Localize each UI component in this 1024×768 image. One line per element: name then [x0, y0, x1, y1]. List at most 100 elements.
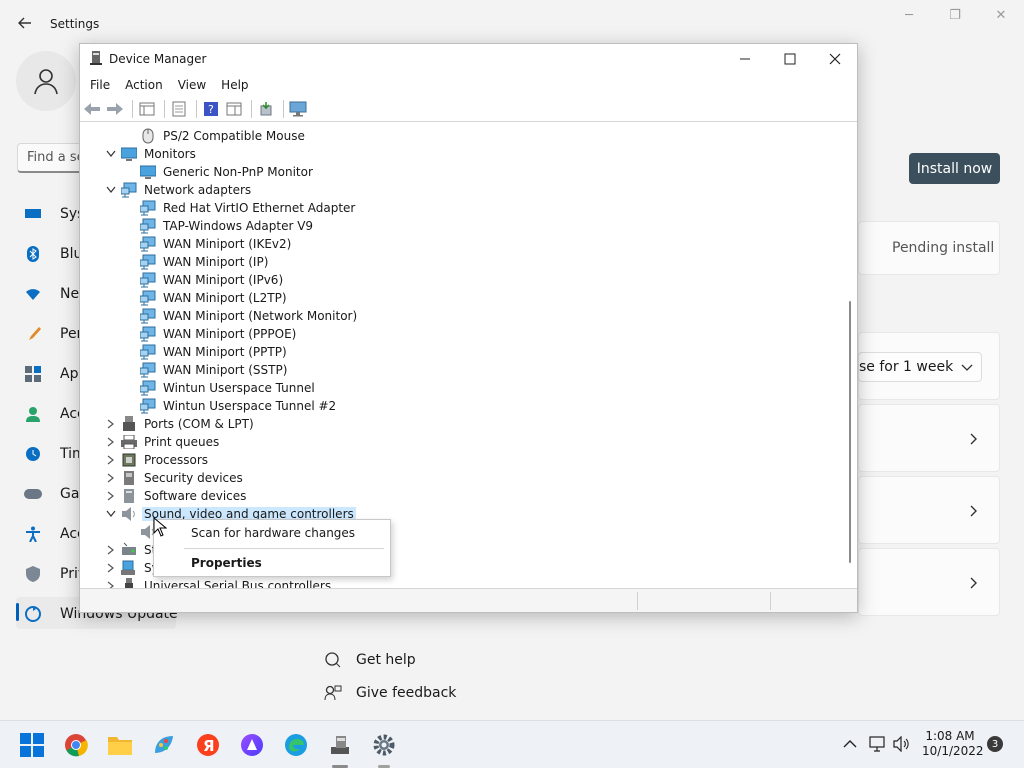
scan-hardware-button[interactable] [288, 99, 308, 119]
windows-logo-icon [20, 733, 44, 757]
menu-action[interactable]: Action [125, 78, 163, 92]
settings-restore-button[interactable]: ❐ [944, 8, 966, 26]
forward-button[interactable] [105, 99, 125, 119]
tree-device-row[interactable]: WAN Miniport (PPPOE) [82, 325, 846, 343]
context-properties-item[interactable]: Properties [191, 556, 262, 570]
tree-category-row[interactable]: Ports (COM & LPT) [82, 415, 846, 433]
back-button[interactable] [82, 99, 102, 119]
tree-scrollbar[interactable] [846, 127, 856, 589]
avatar[interactable] [16, 44, 76, 118]
install-now-button[interactable]: Install now [909, 153, 1000, 184]
file-explorer-taskbar-button[interactable] [106, 731, 134, 759]
notification-count-badge[interactable]: 3 [987, 736, 1003, 752]
settings-minimize-button[interactable]: ─ [898, 8, 920, 26]
paint-icon [155, 736, 173, 753]
scrollbar-thumb[interactable] [849, 301, 851, 563]
clock-date: 10/1/2022 [922, 744, 984, 758]
help-toolbar-button[interactable]: ? [201, 99, 221, 119]
give-feedback-link[interactable]: Give feedback [322, 682, 456, 704]
expand-chevron-icon[interactable] [105, 562, 117, 574]
tree-item-label: TAP-Windows Adapter V9 [163, 219, 314, 233]
tree-device-row[interactable]: WAN Miniport (SSTP) [82, 361, 846, 379]
network-adapter-icon [140, 218, 156, 234]
software-device-icon [121, 488, 137, 504]
chevron-up-icon[interactable] [843, 739, 857, 749]
tree-category-row[interactable]: Processors [82, 451, 846, 469]
console-tree-icon [139, 102, 155, 115]
collapse-chevron-icon[interactable] [105, 508, 117, 520]
expand-chevron-icon[interactable] [105, 490, 117, 502]
context-scan-hardware-item[interactable]: Scan for hardware changes [191, 526, 355, 540]
properties-toolbar-button[interactable] [169, 99, 189, 119]
tree-device-row[interactable]: Generic Non-PnP Monitor [82, 163, 846, 181]
menu-file[interactable]: File [90, 78, 110, 92]
collapse-chevron-icon[interactable] [105, 184, 117, 196]
dm-close-button[interactable] [815, 48, 855, 70]
nav-item-time[interactable]: Tim [24, 442, 86, 466]
taskbar-clock[interactable]: 1:08 AM 10/1/2022 [922, 729, 984, 759]
status-divider [770, 592, 771, 610]
tree-category-row[interactable]: Software devices [82, 487, 846, 505]
expand-chevron-icon[interactable] [105, 418, 117, 430]
update-driver-button[interactable] [256, 99, 276, 119]
nav-item-personalization[interactable]: Per [24, 322, 82, 346]
pause-duration-select[interactable]: se for 1 week [858, 352, 982, 382]
alice-taskbar-button[interactable] [238, 731, 266, 759]
dm-maximize-button[interactable] [770, 48, 810, 70]
tree-device-row[interactable]: Wintun Userspace Tunnel [82, 379, 846, 397]
tree-category-row[interactable]: Monitors [82, 145, 846, 163]
nav-item-accessibility[interactable]: Acc [24, 522, 85, 546]
settings-close-button[interactable]: ✕ [990, 8, 1012, 26]
tree-device-row[interactable]: WAN Miniport (Network Monitor) [82, 307, 846, 325]
settings-search-input[interactable]: Find a se [17, 143, 87, 173]
paint-taskbar-button[interactable] [150, 731, 178, 759]
nav-item-apps[interactable]: Ap [24, 362, 78, 386]
show-hide-console-tree-button[interactable] [137, 99, 157, 119]
tree-device-row[interactable]: WAN Miniport (IP) [82, 253, 846, 271]
yandex-browser-taskbar-button[interactable]: Я [194, 731, 222, 759]
action-pane-button[interactable] [224, 99, 244, 119]
collapse-chevron-icon[interactable] [105, 148, 117, 160]
tree-device-row[interactable]: WAN Miniport (IKEv2) [82, 235, 846, 253]
menu-view[interactable]: View [178, 78, 206, 92]
clock-time: 1:08 AM [925, 729, 975, 743]
feedback-icon [322, 684, 344, 702]
volume-icon[interactable] [893, 736, 911, 752]
nav-item-network[interactable]: Ne [24, 282, 79, 306]
gaming-icon [24, 485, 42, 503]
tree-device-row[interactable]: WAN Miniport (PPTP) [82, 343, 846, 361]
get-help-link[interactable]: Get help [322, 649, 416, 671]
nav-item-accounts[interactable]: Acc [24, 402, 85, 426]
start-button[interactable] [18, 731, 46, 759]
nav-item-bluetooth[interactable]: Blu [24, 242, 82, 266]
tree-category-row[interactable]: Security devices [82, 469, 846, 487]
expand-chevron-icon[interactable] [105, 544, 117, 556]
device-manager-taskbar-button[interactable] [326, 731, 354, 759]
settings-taskbar-button[interactable] [370, 731, 398, 759]
tree-device-row[interactable]: PS/2 Compatible Mouse [82, 127, 846, 145]
nav-item-system[interactable]: Sys [24, 202, 84, 226]
time-icon [24, 445, 42, 463]
tree-item-label: Software devices [144, 489, 247, 503]
tree-device-row[interactable]: Wintun Userspace Tunnel #2 [82, 397, 846, 415]
menu-help[interactable]: Help [221, 78, 248, 92]
expand-chevron-icon[interactable] [105, 472, 117, 484]
tree-device-row[interactable]: WAN Miniport (L2TP) [82, 289, 846, 307]
dm-minimize-button[interactable] [725, 48, 765, 70]
edge-taskbar-button[interactable] [282, 731, 310, 759]
nav-item-gaming[interactable]: Gar [24, 482, 85, 506]
monitor-icon [121, 146, 137, 162]
tree-device-row[interactable]: TAP-Windows Adapter V9 [82, 217, 846, 235]
network-status-icon[interactable] [869, 736, 887, 752]
tree-device-row[interactable]: Red Hat VirtIO Ethernet Adapter [82, 199, 846, 217]
back-arrow-icon[interactable] [16, 14, 34, 32]
tree-category-row[interactable]: Print queues [82, 433, 846, 451]
svg-text:Я: Я [203, 737, 215, 755]
expand-chevron-icon[interactable] [105, 436, 117, 448]
tree-device-row[interactable]: WAN Miniport (IPv6) [82, 271, 846, 289]
expand-chevron-icon[interactable] [105, 454, 117, 466]
tree-category-row[interactable]: Network adapters [82, 181, 846, 199]
chrome-taskbar-button[interactable] [62, 731, 90, 759]
nav-item-privacy[interactable]: Priv [24, 562, 86, 586]
scan-hardware-icon [289, 101, 307, 116]
